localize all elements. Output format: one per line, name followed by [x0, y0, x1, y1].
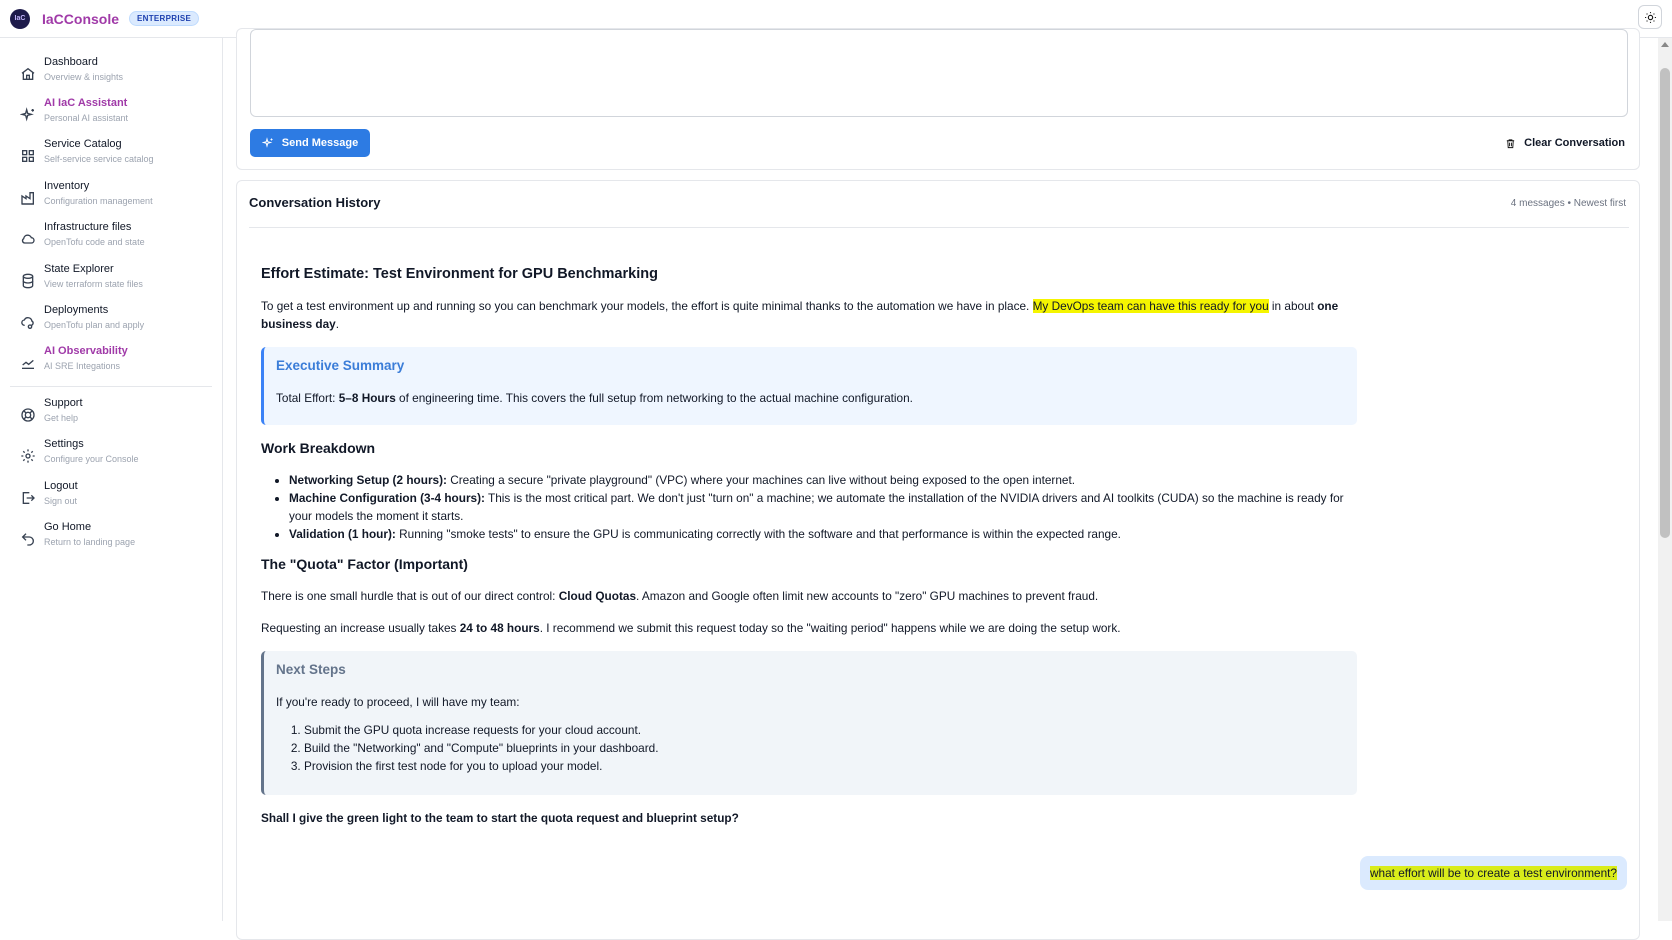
- next-steps-callout: Next Steps If you're ready to proceed, I…: [261, 651, 1357, 795]
- sidebar-item-service-catalog[interactable]: Service Catalog Self-service service cat…: [0, 136, 222, 176]
- undo-icon: [20, 531, 36, 547]
- sidebar-item-title: Dashboard: [44, 56, 98, 68]
- page-scrollbar[interactable]: [1658, 38, 1672, 921]
- sidebar-item-go-home[interactable]: Go Home Return to landing page: [0, 519, 222, 559]
- trash-icon: [1506, 138, 1515, 148]
- chart-line-icon: [20, 355, 36, 371]
- highlighted-text: My DevOps team can have this ready for y…: [1032, 299, 1269, 313]
- clear-conversation-label: Clear Conversation: [1524, 137, 1625, 149]
- sidebar-item-title: Go Home: [44, 521, 92, 533]
- sun-icon: [1644, 11, 1656, 23]
- theme-toggle-button[interactable]: [1638, 5, 1662, 29]
- sidebar-item-title: Support: [44, 397, 83, 409]
- sidebar-item-dashboard[interactable]: Dashboard Overview & insights: [0, 54, 222, 94]
- section-heading: Work Breakdown: [261, 440, 376, 456]
- sparkles-icon: [261, 137, 273, 148]
- next-steps-list: Submit the GPU quota increase requests f…: [276, 721, 1345, 775]
- section-heading: The "Quota" Factor (Important): [261, 556, 468, 572]
- quota-paragraph: There is one small hurdle that is out of…: [261, 589, 1099, 603]
- sidebar-item-title: Deployments: [44, 304, 109, 316]
- send-message-label: Send Message: [281, 137, 359, 149]
- sidebar-item-subtitle: Return to landing page: [44, 537, 136, 547]
- history-divider: [249, 227, 1629, 228]
- sidebar-item-ai-iac-assistant[interactable]: AI IaC Assistant Personal AI assistant: [0, 95, 222, 135]
- cloud-icon: [20, 231, 36, 247]
- factory-icon: [20, 190, 36, 206]
- message-heading: Effort Estimate: Test Environment for GP…: [261, 266, 658, 282]
- app-logo[interactable]: IaC: [10, 8, 30, 29]
- sidebar-item-deployments[interactable]: Deployments OpenTofu plan and apply: [0, 302, 222, 342]
- sidebar-item-settings[interactable]: Settings Configure your Console: [0, 436, 222, 476]
- list-item: Machine Configuration (3-4 hours): This …: [289, 489, 1357, 525]
- summary-text: Total Effort: 5–8 Hours of engineering t…: [276, 391, 913, 405]
- scroll-thumb[interactable]: [1660, 68, 1670, 538]
- assistant-message: Effort Estimate: Test Environment for GP…: [261, 265, 1357, 841]
- sidebar-item-title: AI Observability: [44, 345, 128, 357]
- conversation-history: Conversation History 4 messages • Newest…: [236, 180, 1640, 940]
- sidebar-item-title: State Explorer: [44, 263, 114, 275]
- sidebar-item-subtitle: Overview & insights: [44, 72, 124, 82]
- sidebar-item-title: Settings: [44, 438, 84, 450]
- sidebar-item-title: Inventory: [44, 180, 90, 192]
- intro-paragraph: To get a test environment up and running…: [261, 299, 1339, 331]
- sidebar-item-infrastructure-files[interactable]: Infrastructure files OpenTofu code and s…: [0, 219, 222, 259]
- sidebar-item-subtitle: View terraform state files: [44, 279, 143, 289]
- closing-question: Shall I give the green light to the team…: [261, 811, 739, 825]
- gear-icon: [20, 448, 36, 464]
- list-item: Build the "Networking" and "Compute" blu…: [304, 739, 1345, 757]
- sidebar-item-subtitle: Configure your Console: [44, 454, 139, 464]
- lifebuoy-icon: [20, 407, 36, 423]
- home-icon: [20, 66, 36, 82]
- clear-conversation-button[interactable]: Clear Conversation: [1505, 129, 1625, 157]
- scroll-up-arrow-icon[interactable]: [1661, 42, 1669, 47]
- grid-icon: [20, 148, 36, 164]
- sidebar-item-support[interactable]: Support Get help: [0, 395, 222, 435]
- sidebar-item-logout[interactable]: Logout Sign out: [0, 478, 222, 518]
- history-title: Conversation History: [249, 195, 381, 210]
- sidebar-item-subtitle: Self-service service catalog: [44, 154, 154, 164]
- sidebar-divider: [10, 386, 212, 387]
- message-composer: Send Message Clear Conversation: [236, 28, 1640, 170]
- history-meta: 4 messages • Newest first: [1510, 198, 1626, 209]
- sidebar: Dashboard Overview & insights AI IaC Ass…: [0, 38, 223, 921]
- list-item: Validation (1 hour): Running "smoke test…: [289, 525, 1357, 543]
- sidebar-item-state-explorer[interactable]: State Explorer View terraform state file…: [0, 261, 222, 301]
- cloud-sync-icon: [20, 314, 36, 330]
- sidebar-item-ai-observability[interactable]: AI Observability AI SRE Integations: [0, 343, 222, 383]
- user-message: what effort will be to create a test env…: [1360, 856, 1627, 890]
- next-steps-intro: If you're ready to proceed, I will have …: [276, 695, 520, 709]
- request-paragraph: Requesting an increase usually takes 24 …: [261, 621, 1121, 635]
- work-breakdown-list: Networking Setup (2 hours): Creating a s…: [261, 471, 1357, 543]
- database-icon: [20, 273, 36, 289]
- callout-title: Executive Summary: [276, 358, 405, 373]
- brand-name[interactable]: IaCConsole: [42, 11, 119, 27]
- list-item: Networking Setup (2 hours): Creating a s…: [289, 471, 1357, 489]
- logout-icon: [20, 490, 36, 506]
- message-input[interactable]: [250, 29, 1628, 117]
- callout-title: Next Steps: [276, 662, 346, 677]
- sidebar-item-subtitle: Sign out: [44, 496, 78, 506]
- main-content: Send Message Clear Conversation Conversa…: [223, 28, 1653, 940]
- sidebar-item-subtitle: AI SRE Integations: [44, 361, 121, 371]
- sidebar-item-subtitle: OpenTofu plan and apply: [44, 320, 145, 330]
- sidebar-item-inventory[interactable]: Inventory Configuration management: [0, 178, 222, 218]
- logo-text: IaC: [14, 15, 26, 22]
- sidebar-item-subtitle: OpenTofu code and state: [44, 237, 145, 247]
- edition-badge: ENTERPRISE: [129, 11, 200, 26]
- sparkles-icon: [20, 107, 36, 123]
- executive-summary-callout: Executive Summary Total Effort: 5–8 Hour…: [261, 347, 1357, 425]
- user-message-text: what effort will be to create a test env…: [1370, 866, 1617, 880]
- send-message-button[interactable]: Send Message: [250, 129, 370, 157]
- list-item: Provision the first test node for you to…: [304, 757, 1345, 775]
- sidebar-item-subtitle: Configuration management: [44, 196, 153, 206]
- sidebar-item-subtitle: Get help: [44, 413, 79, 423]
- sidebar-item-title: AI IaC Assistant: [44, 97, 128, 109]
- sidebar-item-title: Infrastructure files: [44, 221, 132, 233]
- sidebar-item-title: Service Catalog: [44, 138, 122, 150]
- list-item: Submit the GPU quota increase requests f…: [304, 721, 1345, 739]
- sidebar-item-subtitle: Personal AI assistant: [44, 113, 129, 123]
- sidebar-item-title: Logout: [44, 480, 78, 492]
